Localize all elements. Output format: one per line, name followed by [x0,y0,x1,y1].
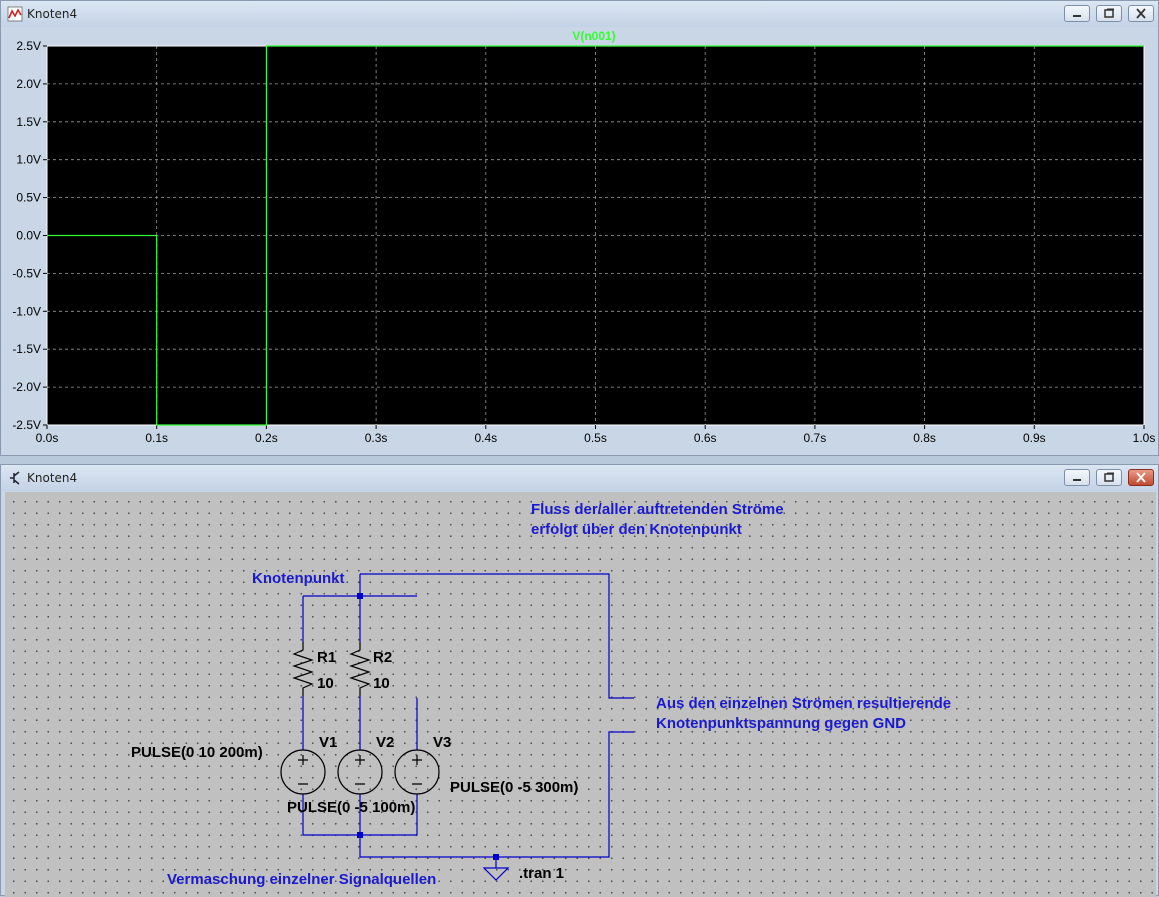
tran-directive[interactable]: .tran 1 [519,864,564,884]
y-axis-ticks: 2.5V 2.0V 1.5V 1.0V 0.5V 0.0V -0.5V -1.0V -1.5V -… [12,39,47,432]
wires[interactable] [302,573,634,868]
close-button[interactable] [1128,469,1154,486]
x-axis-ticks: 0.0s 0.1s 0.2s 0.3s 0.4s 0.5s 0.6s 0.7s 0.8s 0.9s… [36,425,1156,445]
x-tick-label: 0.5s [584,431,607,445]
trace-label-v-n001[interactable]: V(n001) [572,29,615,43]
x-tick-label: 0.9s [1023,431,1046,445]
v3-name-label[interactable]: V3 [433,733,451,753]
close-icon [1136,472,1146,483]
v1-value-label[interactable]: PULSE(0 10 200m) [131,743,263,763]
schematic-drawing[interactable] [5,492,1156,897]
wire[interactable] [360,573,634,699]
restore-button[interactable] [1096,469,1122,486]
x-tick-label: 0.1s [145,431,168,445]
y-tick-label: -2.5V [12,418,41,432]
node-label-knotenpunkt[interactable]: Knotenpunkt [252,569,344,589]
y-tick-label: -1.5V [12,342,41,356]
waveform-app-icon [7,6,23,22]
waveform-window: Knoten4 2.5V 2.0V 1.5V 1.0V 0.5V 0.0V -0.5V -1.… [0,0,1159,456]
v3-value-label[interactable]: PULSE(0 -5 300m) [450,778,578,798]
schematic-app-icon [10,471,20,485]
x-tick-label: 0.2s [255,431,278,445]
x-tick-label: 0.6s [694,431,717,445]
close-button[interactable] [1128,5,1154,22]
resistor-r1[interactable] [292,642,314,696]
r1-name-label[interactable]: R1 [317,648,336,668]
y-tick-label: 1.5V [16,115,41,129]
waveform-plot-svg[interactable]: 2.5V 2.0V 1.5V 1.0V 0.5V 0.0V -0.5V -1.0V -1.5V -… [1,28,1159,457]
r1-value-label[interactable]: 10 [317,674,334,694]
y-tick-label: 0.0V [16,229,41,243]
y-tick-label: -1.0V [12,304,41,318]
ground-symbol[interactable] [482,867,510,881]
y-tick-label: 1.0V [16,153,41,167]
waveform-plot[interactable]: 2.5V 2.0V 1.5V 1.0V 0.5V 0.0V -0.5V -1.0V -1.5V -… [1,28,1159,457]
junction-dot [357,593,363,599]
y-tick-label: -0.5V [12,266,41,280]
restore-icon [1104,8,1114,18]
y-tick-label: 2.5V [16,39,41,53]
junction-dot [493,854,499,860]
note-current-flow-line2: erfolgt über den Knotenpunkt [531,521,742,538]
minimize-button[interactable] [1064,469,1090,486]
plot-grid [46,45,1145,426]
voltage-source-v1[interactable] [280,749,326,795]
junction-dot [357,832,363,838]
note-current-flow-line1: Fluss der/aller auftretenden Ströme [531,501,784,518]
x-tick-label: 0.3s [365,431,388,445]
minimize-icon [1073,479,1081,481]
x-tick-label: 1.0s [1133,431,1156,445]
restore-button[interactable] [1096,5,1122,22]
y-tick-label: 0.5V [16,191,41,205]
x-tick-label: 0.4s [474,431,497,445]
v2-value-label[interactable]: PULSE(0 -5 100m) [287,798,415,818]
resistor-r2[interactable] [349,642,371,696]
v1-name-label[interactable]: V1 [319,733,337,753]
voltage-source-v3[interactable] [394,749,440,795]
close-icon [1136,8,1146,19]
schematic-window: Knoten4 Fluss der/aller auftretenden Str… [0,464,1159,897]
y-tick-label: 2.0V [16,77,41,91]
r2-value-label[interactable]: 10 [373,674,390,694]
y-tick-label: -2.0V [12,380,41,394]
waveform-titlebar[interactable]: Knoten4 [1,1,1158,27]
x-tick-label: 0.8s [913,431,936,445]
schematic-window-title: Knoten4 [27,471,78,485]
x-tick-label: 0.0s [36,431,59,445]
restore-icon [1104,472,1114,482]
minimize-icon [1073,15,1081,17]
note-node-voltage-line2: Knotenpunktspannung gegen GND [656,715,906,732]
voltage-source-v2[interactable] [337,749,383,795]
r2-name-label[interactable]: R2 [373,648,392,668]
note-meshing-line1: Vermaschung einzelner Signalquellen [167,871,437,888]
note-node-voltage-line1: Aus den einzelnen Strömen resultierende [656,695,952,712]
schematic-titlebar[interactable]: Knoten4 [1,465,1158,491]
minimize-button[interactable] [1064,5,1090,22]
schematic-canvas[interactable]: Fluss der/aller auftretenden Ströme erfo… [5,492,1156,897]
v2-name-label[interactable]: V2 [376,733,394,753]
waveform-window-title: Knoten4 [27,7,78,21]
x-tick-label: 0.7s [804,431,827,445]
